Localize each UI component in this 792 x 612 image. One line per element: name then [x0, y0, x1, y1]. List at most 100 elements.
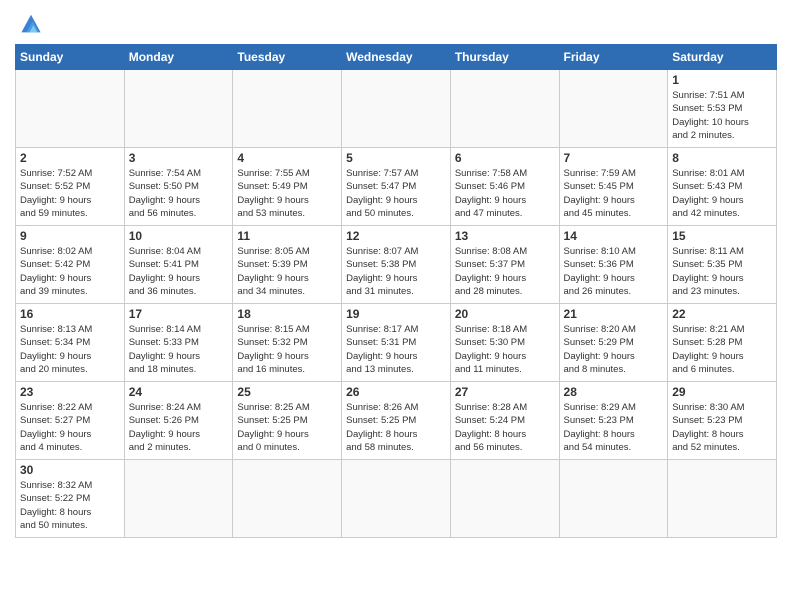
day-info: Sunrise: 8:24 AM Sunset: 5:26 PM Dayligh…	[129, 401, 229, 454]
weekday-header-saturday: Saturday	[668, 45, 777, 70]
day-info: Sunrise: 7:52 AM Sunset: 5:52 PM Dayligh…	[20, 167, 120, 220]
calendar-cell: 27Sunrise: 8:28 AM Sunset: 5:24 PM Dayli…	[450, 382, 559, 460]
day-number: 23	[20, 385, 120, 399]
week-row-2: 2 Sunrise: 7:52 AM Sunset: 5:52 PM Daylig…	[16, 148, 777, 226]
calendar-cell: 2 Sunrise: 7:52 AM Sunset: 5:52 PM Daylig…	[16, 148, 125, 226]
calendar-cell: 7 Sunrise: 7:59 AM Sunset: 5:45 PM Daylig…	[559, 148, 668, 226]
day-number: 7	[564, 151, 664, 165]
calendar-cell: 28 Sunrise: 8:29 AM Sunset: 5:23 PM Dayli…	[559, 382, 668, 460]
calendar-cell	[233, 460, 342, 538]
day-info: Sunrise: 7:54 AM Sunset: 5:50 PM Dayligh…	[129, 167, 229, 220]
calendar-cell: 21 Sunrise: 8:20 AM Sunset: 5:29 PM Dayli…	[559, 304, 668, 382]
calendar-cell: 29 Sunrise: 8:30 AM Sunset: 5:23 PM Dayli…	[668, 382, 777, 460]
calendar-cell	[124, 460, 233, 538]
calendar-cell: 3 Sunrise: 7:54 AM Sunset: 5:50 PM Daylig…	[124, 148, 233, 226]
day-number: 27	[455, 385, 555, 399]
day-info: Sunrise: 8:20 AM Sunset: 5:29 PM Dayligh…	[564, 323, 664, 376]
calendar-cell: 12Sunrise: 8:07 AM Sunset: 5:38 PM Dayli…	[342, 226, 451, 304]
calendar-cell: 25Sunrise: 8:25 AM Sunset: 5:25 PM Dayli…	[233, 382, 342, 460]
week-row-3: 9 Sunrise: 8:02 AM Sunset: 5:42 PM Daylig…	[16, 226, 777, 304]
calendar-cell: 15 Sunrise: 8:11 AM Sunset: 5:35 PM Dayli…	[668, 226, 777, 304]
calendar-cell	[450, 460, 559, 538]
day-number: 4	[237, 151, 337, 165]
day-info: Sunrise: 7:51 AM Sunset: 5:53 PM Dayligh…	[672, 89, 772, 142]
day-number: 16	[20, 307, 120, 321]
weekday-header-friday: Friday	[559, 45, 668, 70]
day-number: 18	[237, 307, 337, 321]
day-info: Sunrise: 8:22 AM Sunset: 5:27 PM Dayligh…	[20, 401, 120, 454]
day-number: 24	[129, 385, 229, 399]
logo	[15, 10, 51, 38]
day-number: 11	[237, 229, 337, 243]
day-number: 17	[129, 307, 229, 321]
day-number: 20	[455, 307, 555, 321]
calendar-cell: 24 Sunrise: 8:24 AM Sunset: 5:26 PM Dayli…	[124, 382, 233, 460]
day-number: 2	[20, 151, 120, 165]
weekday-header-monday: Monday	[124, 45, 233, 70]
calendar-cell: 14 Sunrise: 8:10 AM Sunset: 5:36 PM Dayli…	[559, 226, 668, 304]
calendar-cell: 16 Sunrise: 8:13 AM Sunset: 5:34 PM Dayli…	[16, 304, 125, 382]
calendar-cell: 5 Sunrise: 7:57 AM Sunset: 5:47 PM Daylig…	[342, 148, 451, 226]
day-number: 14	[564, 229, 664, 243]
day-info: Sunrise: 8:04 AM Sunset: 5:41 PM Dayligh…	[129, 245, 229, 298]
day-number: 13	[455, 229, 555, 243]
day-info: Sunrise: 8:29 AM Sunset: 5:23 PM Dayligh…	[564, 401, 664, 454]
day-number: 30	[20, 463, 120, 477]
day-info: Sunrise: 8:11 AM Sunset: 5:35 PM Dayligh…	[672, 245, 772, 298]
calendar-cell	[342, 460, 451, 538]
weekday-header-tuesday: Tuesday	[233, 45, 342, 70]
calendar-cell: 26Sunrise: 8:26 AM Sunset: 5:25 PM Dayli…	[342, 382, 451, 460]
day-number: 29	[672, 385, 772, 399]
week-row-1: 1 Sunrise: 7:51 AM Sunset: 5:53 PM Daylig…	[16, 70, 777, 148]
day-info: Sunrise: 8:02 AM Sunset: 5:42 PM Dayligh…	[20, 245, 120, 298]
calendar-cell	[342, 70, 451, 148]
day-number: 19	[346, 307, 446, 321]
day-info: Sunrise: 7:58 AM Sunset: 5:46 PM Dayligh…	[455, 167, 555, 220]
calendar-cell: 22 Sunrise: 8:21 AM Sunset: 5:28 PM Dayli…	[668, 304, 777, 382]
day-info: Sunrise: 8:17 AM Sunset: 5:31 PM Dayligh…	[346, 323, 446, 376]
day-info: Sunrise: 8:13 AM Sunset: 5:34 PM Dayligh…	[20, 323, 120, 376]
calendar-cell	[233, 70, 342, 148]
calendar-cell: 9 Sunrise: 8:02 AM Sunset: 5:42 PM Daylig…	[16, 226, 125, 304]
day-info: Sunrise: 8:32 AM Sunset: 5:22 PM Dayligh…	[20, 479, 120, 532]
day-number: 3	[129, 151, 229, 165]
day-info: Sunrise: 8:30 AM Sunset: 5:23 PM Dayligh…	[672, 401, 772, 454]
day-number: 15	[672, 229, 772, 243]
weekday-header-sunday: Sunday	[16, 45, 125, 70]
day-number: 9	[20, 229, 120, 243]
calendar-cell: 18 Sunrise: 8:15 AM Sunset: 5:32 PM Dayli…	[233, 304, 342, 382]
weekday-header-thursday: Thursday	[450, 45, 559, 70]
page: SundayMondayTuesdayWednesdayThursdayFrid…	[0, 0, 792, 548]
day-number: 28	[564, 385, 664, 399]
calendar-cell: 20Sunrise: 8:18 AM Sunset: 5:30 PM Dayli…	[450, 304, 559, 382]
logo-icon	[15, 10, 47, 38]
calendar-cell	[668, 460, 777, 538]
day-info: Sunrise: 8:21 AM Sunset: 5:28 PM Dayligh…	[672, 323, 772, 376]
calendar-cell	[559, 70, 668, 148]
calendar-cell	[16, 70, 125, 148]
calendar-cell: 17 Sunrise: 8:14 AM Sunset: 5:33 PM Dayli…	[124, 304, 233, 382]
calendar-cell: 10Sunrise: 8:04 AM Sunset: 5:41 PM Dayli…	[124, 226, 233, 304]
day-number: 21	[564, 307, 664, 321]
day-info: Sunrise: 7:59 AM Sunset: 5:45 PM Dayligh…	[564, 167, 664, 220]
day-info: Sunrise: 7:57 AM Sunset: 5:47 PM Dayligh…	[346, 167, 446, 220]
calendar-cell: 1 Sunrise: 7:51 AM Sunset: 5:53 PM Daylig…	[668, 70, 777, 148]
calendar-cell: 13 Sunrise: 8:08 AM Sunset: 5:37 PM Dayli…	[450, 226, 559, 304]
calendar-body: 1 Sunrise: 7:51 AM Sunset: 5:53 PM Daylig…	[16, 70, 777, 538]
day-info: Sunrise: 8:14 AM Sunset: 5:33 PM Dayligh…	[129, 323, 229, 376]
day-info: Sunrise: 8:15 AM Sunset: 5:32 PM Dayligh…	[237, 323, 337, 376]
calendar-cell: 30 Sunrise: 8:32 AM Sunset: 5:22 PM Dayli…	[16, 460, 125, 538]
day-info: Sunrise: 7:55 AM Sunset: 5:49 PM Dayligh…	[237, 167, 337, 220]
calendar-cell: 23 Sunrise: 8:22 AM Sunset: 5:27 PM Dayli…	[16, 382, 125, 460]
weekday-header-wednesday: Wednesday	[342, 45, 451, 70]
day-number: 1	[672, 73, 772, 87]
day-number: 26	[346, 385, 446, 399]
calendar-cell: 11Sunrise: 8:05 AM Sunset: 5:39 PM Dayli…	[233, 226, 342, 304]
week-row-4: 16 Sunrise: 8:13 AM Sunset: 5:34 PM Dayli…	[16, 304, 777, 382]
day-number: 5	[346, 151, 446, 165]
day-number: 22	[672, 307, 772, 321]
calendar-cell: 8Sunrise: 8:01 AM Sunset: 5:43 PM Daylig…	[668, 148, 777, 226]
day-info: Sunrise: 8:10 AM Sunset: 5:36 PM Dayligh…	[564, 245, 664, 298]
day-info: Sunrise: 8:08 AM Sunset: 5:37 PM Dayligh…	[455, 245, 555, 298]
calendar-header: SundayMondayTuesdayWednesdayThursdayFrid…	[16, 45, 777, 70]
